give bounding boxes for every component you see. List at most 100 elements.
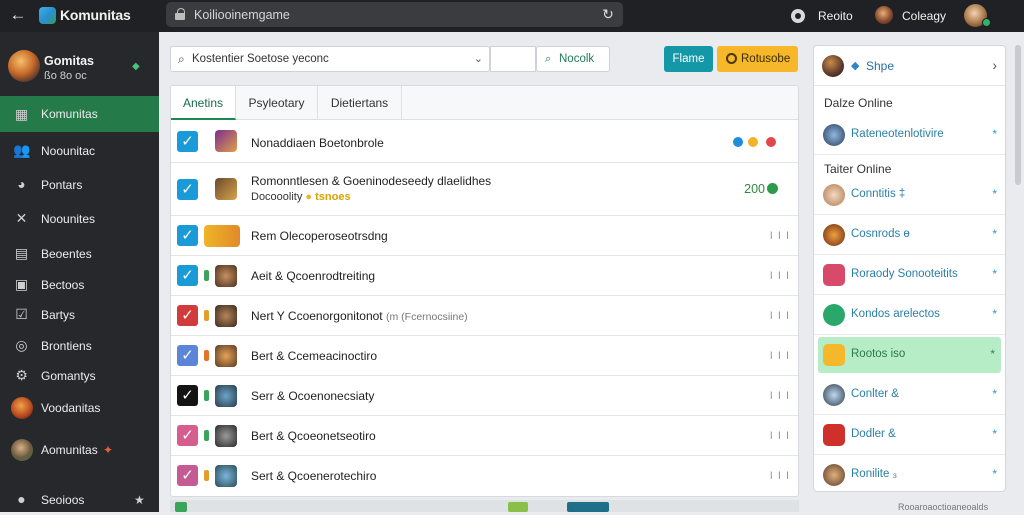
settings-icon: ⚙ (15, 367, 28, 383)
sidebar-item-komunitas[interactable]: ▦ Komunitas (0, 96, 159, 132)
address-bar[interactable]: Koiliooinemgame ↻ (166, 2, 623, 27)
app-logo-icon (39, 7, 56, 24)
record-label[interactable]: Reoito (818, 9, 853, 23)
profile-avatar-large[interactable] (8, 50, 40, 82)
coin-icon: ● (305, 191, 313, 203)
row-bars: I I I (769, 430, 790, 442)
thumbnail-image (204, 225, 240, 247)
list-item[interactable]: Rateneotenlotivire * (814, 115, 1005, 155)
row-checkbox[interactable]: ✓ (177, 305, 198, 326)
flame-icon: ✦ (103, 442, 114, 457)
profile-sub: ßo 8o oc (44, 70, 87, 82)
row-checkbox[interactable]: ✓ (177, 345, 198, 366)
table-row[interactable]: ✓ Romonntlesen & Goeninodeseedy dlaelidh… (171, 163, 798, 216)
list-item-selected[interactable]: Rootos iso * (818, 337, 1001, 373)
refresh-icon[interactable]: ↻ (600, 6, 616, 22)
chevron-down-icon[interactable]: ⌄ (474, 52, 483, 65)
lookup-button[interactable]: ⌕ Nocolk (536, 46, 610, 72)
app-icon (823, 264, 845, 286)
chevron-right-icon[interactable]: › (992, 57, 997, 73)
avatar (823, 464, 845, 486)
row-checkbox[interactable]: ✓ (177, 179, 198, 200)
list-item[interactable]: Roraody Sonooteitits * (814, 255, 1005, 295)
row-title: Bert & Qcoeonetseotiro (251, 429, 376, 443)
sidebar-item-voodanitas[interactable]: Voodanitas (0, 392, 159, 423)
partial-row (170, 500, 799, 512)
users-icon: 👥 (13, 142, 31, 158)
right-panel-header[interactable]: ◆ Shpe › (814, 46, 1005, 86)
sidebar-item-beoentes[interactable]: ▤ Beoentes (0, 238, 159, 269)
table-row[interactable]: ✓ Nert Y Ccoenorgonitonot (m (Fcernocsii… (171, 296, 798, 336)
star-icon[interactable]: * (992, 387, 997, 401)
text-input[interactable] (490, 46, 536, 72)
arrow-left-icon[interactable]: ← (8, 5, 28, 25)
status-bar-icon (204, 270, 209, 281)
sidebar: Gomitas ßo 8o oc ◆ ▦ Komunitas 👥 Noounit… (0, 32, 159, 512)
tab-anetins[interactable]: Anetins (171, 86, 236, 120)
list-item[interactable]: Cosnrods ɵ * (814, 215, 1005, 255)
list-item[interactable]: Kondos arelectos * (814, 295, 1005, 335)
filter-dropdown[interactable]: ⌕ Kostentier Soetose yeconc ⌄ (170, 46, 490, 72)
list-item[interactable]: Conlter & * (814, 375, 1005, 415)
star-icon[interactable]: * (992, 127, 997, 141)
record-icon[interactable] (791, 9, 805, 23)
star-icon[interactable]: * (992, 467, 997, 481)
star-icon[interactable]: * (992, 187, 997, 201)
table-row[interactable]: ✓ Serr & Ocoenonecsiaty I I I (171, 376, 798, 416)
row-checkbox[interactable]: ✓ (177, 265, 198, 286)
settings-dot-icon[interactable]: ◆ (132, 61, 140, 72)
sidebar-item-bartys[interactable]: ☑ Bartys (0, 299, 159, 330)
tab-psyleotary[interactable]: Psyleotary (236, 86, 318, 120)
app-icon (823, 304, 845, 326)
tab-dietiertans[interactable]: Dietiertans (318, 86, 402, 120)
star-icon[interactable]: * (992, 307, 997, 321)
list-item[interactable]: Ronilite ₃ * (814, 455, 1005, 491)
row-checkbox[interactable] (175, 502, 187, 512)
star-icon[interactable]: ★ (134, 493, 145, 507)
list-item[interactable]: Conntitis ‡ * (814, 175, 1005, 215)
row-bars: I I I (769, 230, 790, 242)
star-icon[interactable]: * (990, 347, 995, 361)
thumbnail-image (215, 425, 237, 447)
user-label[interactable]: Coleagy (902, 9, 946, 23)
table-row[interactable]: ✓ Bert & Qcoeonetseotiro I I I (171, 416, 798, 456)
sidebar-item-settings[interactable]: ● Seoioos ★ (0, 484, 159, 515)
list-item[interactable]: Dodler & * (814, 415, 1005, 455)
row-checkbox[interactable]: ✓ (177, 131, 198, 152)
secondary-button[interactable]: Rotusobe (717, 46, 798, 72)
star-icon[interactable]: * (992, 227, 997, 241)
star-icon[interactable]: * (992, 267, 997, 281)
sidebar-item-noounitac[interactable]: 👥 Noounitac (0, 135, 159, 166)
row-checkbox[interactable]: ✓ (177, 225, 198, 246)
user-avatar-small[interactable] (875, 6, 893, 24)
sidebar-item-brontiens[interactable]: ◎ Brontiens (0, 330, 159, 361)
table-row[interactable]: ✓ Rem Olecoperoseotrsdng I I I (171, 216, 798, 256)
primary-button[interactable]: Flame (664, 46, 713, 72)
online-status-dot (982, 18, 991, 27)
row-bars: I I I (769, 470, 790, 482)
check-icon: ☑ (15, 306, 28, 322)
table-row[interactable]: ✓ Bert & Ccemeacinoctiro I I I (171, 336, 798, 376)
sidebar-item-noounites[interactable]: ✕ Noounites (0, 203, 159, 234)
list-item-label: Kondos arelectos (851, 308, 940, 320)
sidebar-item-gomantys[interactable]: ⚙ Gomantys (0, 360, 159, 391)
row-sub-text: Docooolity (251, 191, 303, 203)
scrollbar[interactable] (1015, 45, 1021, 185)
sidebar-item-pontars[interactable]: ◕ Pontars (0, 169, 159, 200)
sidebar-item-bectoos[interactable]: ▣ Bectoos (0, 269, 159, 300)
table-row[interactable]: ✓ Sert & Qcoenerotechiro I I I (171, 456, 798, 496)
status-dot (766, 137, 776, 147)
row-checkbox[interactable]: ✓ (177, 425, 198, 446)
shield-icon: ◆ (851, 60, 860, 72)
star-icon[interactable]: * (992, 427, 997, 441)
list-item-label: Rootos iso (851, 348, 906, 360)
sidebar-item-label: Voodanitas (41, 400, 101, 415)
sidebar-item-label: Bartys (41, 307, 76, 322)
row-checkbox[interactable]: ✓ (177, 385, 198, 406)
table-row[interactable]: ✓ Aeit & Qcoenrodtreiting I I I (171, 256, 798, 296)
filter-value: Kostentier Soetose yeconc (192, 53, 329, 65)
table-row[interactable]: ✓ Nonaddiaen Boetonbrole (171, 120, 798, 163)
sidebar-item-aomunitas[interactable]: Aomunitas ✦ (0, 434, 159, 465)
row-title: Aeit & Qcoenrodtreiting (251, 269, 376, 283)
row-checkbox[interactable]: ✓ (177, 465, 198, 486)
